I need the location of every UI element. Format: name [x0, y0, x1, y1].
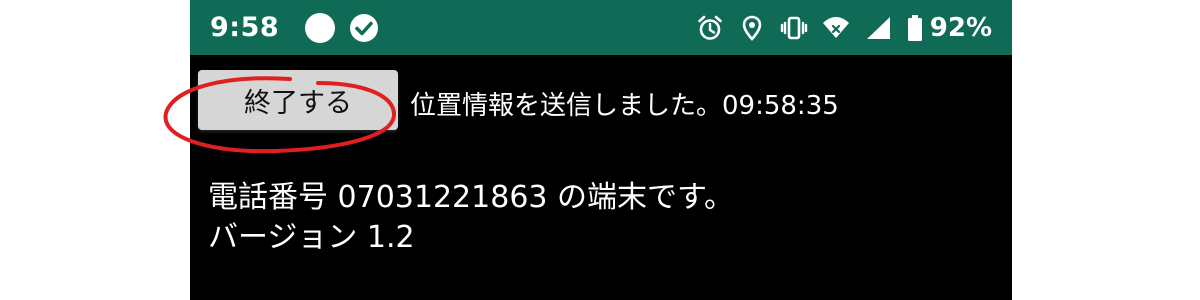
location-icon: [742, 15, 762, 41]
notification-dot-icon: [305, 12, 336, 43]
alarm-icon: [697, 15, 722, 40]
status-bar-right: 92%: [682, 0, 992, 55]
sent-status-message: 位置情報を送信しました。09:58:35: [410, 91, 839, 121]
app-content: 終了する 位置情報を送信しました。09:58:35 電話番号 070312218…: [163, 55, 1012, 300]
check-circle-icon: [350, 13, 379, 42]
signal-icon: [866, 16, 890, 39]
battery-percentage: 92%: [929, 12, 992, 43]
wifi-icon: [822, 16, 849, 38]
vibrate-icon: [780, 16, 807, 39]
battery-icon: [907, 14, 922, 41]
device-phone-text: 電話番号 07031221863 の端末です。: [208, 180, 735, 215]
finish-button[interactable]: 終了する: [198, 70, 398, 130]
version-text: バージョン 1.2: [208, 220, 415, 255]
phone-screen: 9:58 92% 終了する 位置情報を送信しました。09:58:35 電話番号 …: [163, 0, 1012, 300]
status-bar-left: 9:58: [210, 0, 379, 55]
status-time: 9:58: [210, 12, 280, 43]
status-bar: 9:58 92%: [190, 0, 1012, 55]
